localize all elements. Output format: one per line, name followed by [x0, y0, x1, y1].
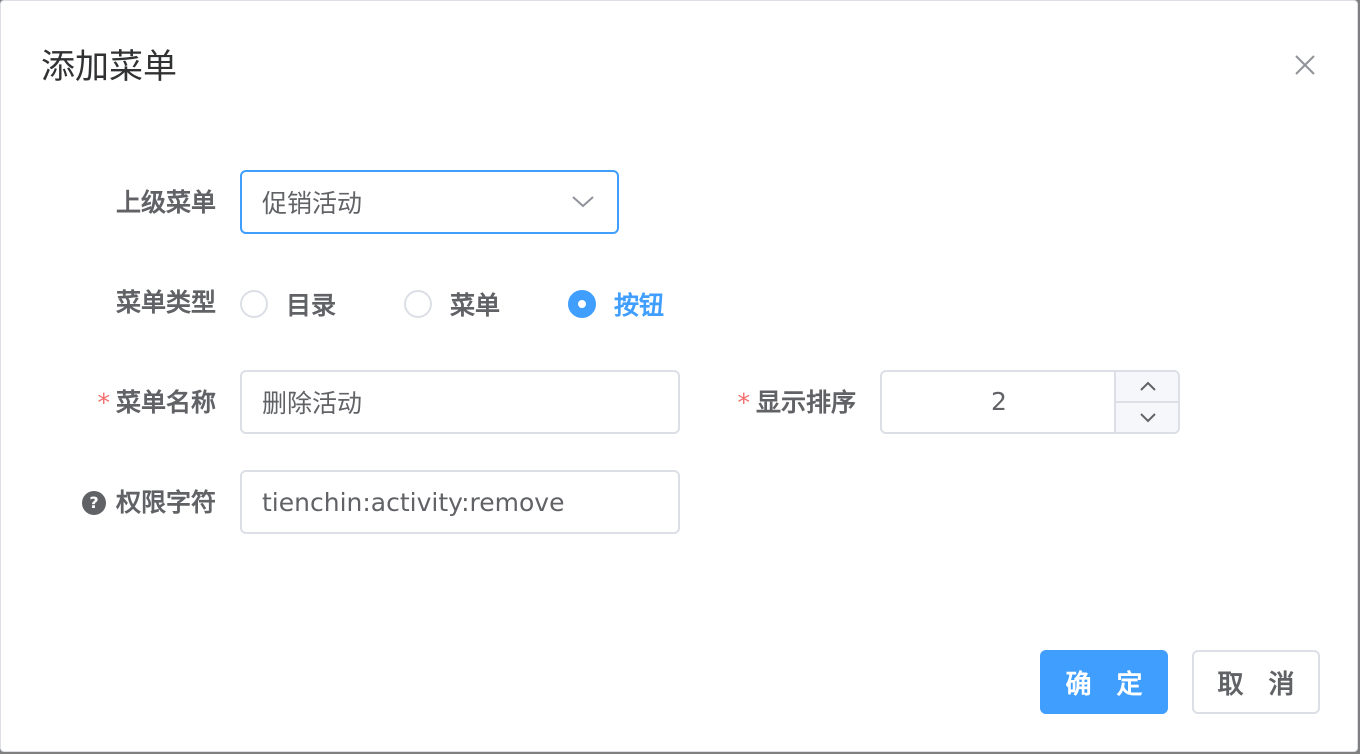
- permission-value: tienchin:activity:remove: [262, 487, 565, 517]
- menu-type-label: 菜单类型: [115, 288, 216, 317]
- radio-menu-circle: [404, 290, 432, 318]
- chevron-up-icon: [1140, 381, 1156, 391]
- radio-menu-label: 菜单: [450, 291, 501, 320]
- radio-button-label: 按钮: [614, 291, 665, 320]
- permission-label: ? 权限字符: [41, 486, 216, 520]
- add-menu-dialog: 添加菜单 上级菜单 促销活动 菜单类型 目录 菜单 按钮 * 菜单名称 删除活动 …: [0, 0, 1358, 752]
- parent-menu-select[interactable]: 促销活动: [240, 170, 619, 234]
- required-mark: *: [97, 388, 110, 417]
- permission-label-text: 权限字符: [115, 488, 216, 517]
- cancel-button[interactable]: 取 消: [1192, 650, 1320, 714]
- menu-name-label: * 菜单名称: [61, 386, 216, 420]
- increase-button[interactable]: [1114, 372, 1178, 402]
- radio-button-circle: [568, 290, 596, 318]
- close-icon[interactable]: [1291, 51, 1319, 79]
- chevron-down-icon: [572, 196, 594, 208]
- confirm-button[interactable]: 确 定: [1040, 650, 1168, 714]
- parent-menu-label: 上级菜单: [115, 188, 216, 217]
- menu-name-value: 删除活动: [262, 389, 363, 418]
- dialog-title: 添加菜单: [41, 47, 177, 87]
- radio-directory-label: 目录: [286, 291, 337, 320]
- chevron-down-icon: [1140, 413, 1156, 423]
- question-circle-icon[interactable]: ?: [81, 491, 106, 515]
- order-value[interactable]: 2: [882, 372, 1116, 432]
- order-stepper[interactable]: 2: [880, 370, 1180, 434]
- parent-menu-value: 促销活动: [262, 189, 363, 218]
- order-label-text: 显示排序: [755, 388, 856, 417]
- radio-directory[interactable]: 目录: [240, 286, 336, 322]
- radio-directory-circle: [240, 290, 268, 318]
- permission-input[interactable]: tienchin:activity:remove: [240, 470, 680, 534]
- menu-name-label-text: 菜单名称: [115, 388, 216, 417]
- order-label: * 显示排序: [701, 386, 856, 420]
- radio-menu[interactable]: 菜单: [404, 286, 500, 322]
- radio-button[interactable]: 按钮: [568, 286, 664, 322]
- required-mark: *: [737, 388, 750, 417]
- menu-name-input[interactable]: 删除活动: [240, 370, 680, 434]
- decrease-button[interactable]: [1114, 402, 1178, 432]
